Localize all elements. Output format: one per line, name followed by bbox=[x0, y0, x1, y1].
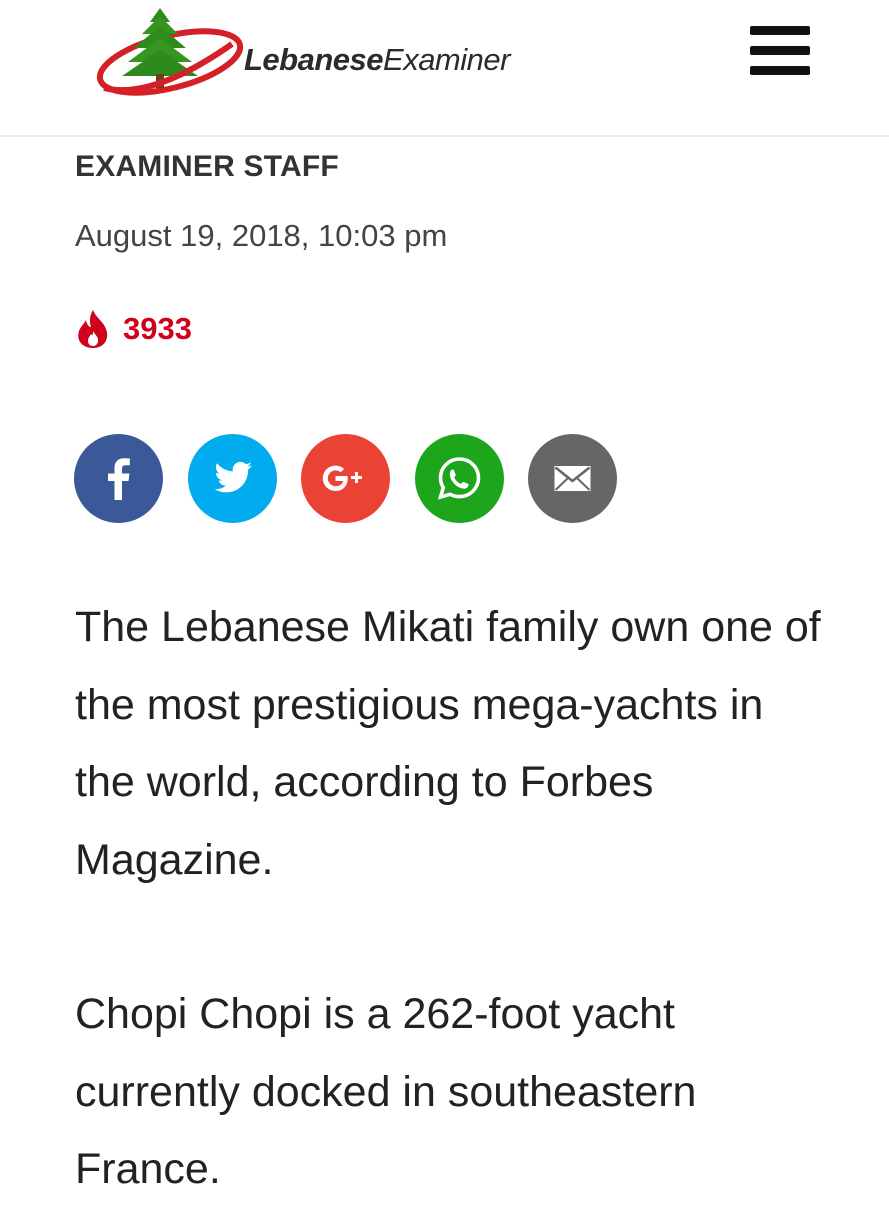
article-paragraph: Chopi Chopi is a 262-foot yacht currentl… bbox=[75, 990, 697, 1193]
view-count: 3933 bbox=[75, 306, 192, 352]
google-plus-icon bbox=[301, 434, 390, 523]
cedar-tree-icon bbox=[96, 8, 244, 96]
google-plus-share-button[interactable] bbox=[301, 434, 390, 523]
facebook-share-button[interactable] bbox=[74, 434, 163, 523]
email-share-button[interactable] bbox=[528, 434, 617, 523]
hamburger-menu-icon[interactable] bbox=[745, 24, 815, 80]
flame-icon bbox=[78, 310, 108, 348]
article-paragraph: The Lebanese Mikati family own one of th… bbox=[75, 603, 821, 884]
email-icon bbox=[528, 434, 617, 523]
whatsapp-share-button[interactable] bbox=[415, 434, 504, 523]
site-name: LebaneseExaminer bbox=[244, 42, 510, 77]
view-count-value: 3933 bbox=[123, 311, 192, 346]
twitter-icon bbox=[188, 434, 277, 523]
site-logo[interactable]: LebaneseExaminer bbox=[92, 4, 572, 104]
publish-date: August 19, 2018, 10:03 pm bbox=[75, 218, 448, 253]
facebook-icon bbox=[74, 434, 163, 523]
site-header: LebaneseExaminer bbox=[0, 0, 889, 137]
whatsapp-icon bbox=[415, 434, 504, 523]
twitter-share-button[interactable] bbox=[188, 434, 277, 523]
author-name[interactable]: EXAMINER STAFF bbox=[75, 150, 339, 184]
